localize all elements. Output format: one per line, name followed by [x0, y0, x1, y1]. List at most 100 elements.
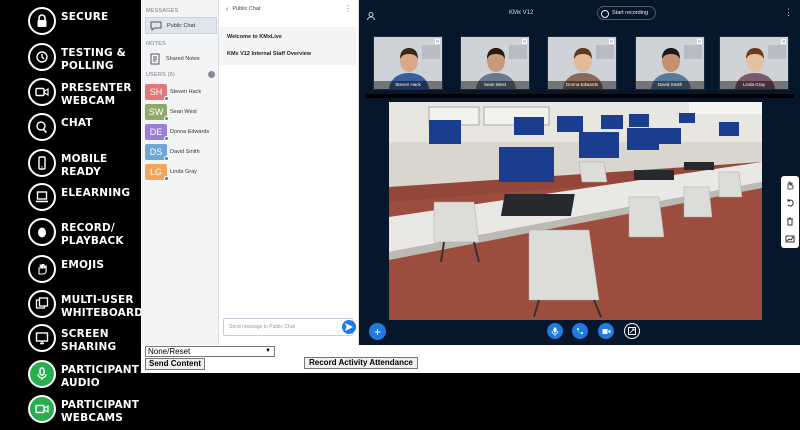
- online-status-dot: [164, 175, 169, 181]
- feature-label: PARTICIPANT WEBCAMS: [61, 399, 140, 424]
- meeting-title: KMx V12: [509, 10, 534, 16]
- user-toggle-icon[interactable]: [366, 8, 376, 26]
- expand-icon[interactable]: [781, 39, 786, 44]
- feature-item: SCREEN SHARING: [26, 322, 141, 358]
- online-status-dot: [164, 135, 169, 141]
- user-list-item[interactable]: DE Donna Edwards: [145, 123, 219, 141]
- user-name: Donna Edwards: [170, 128, 210, 135]
- feature-label: PRESENTER WEBCAM: [61, 82, 132, 107]
- chat-title: Public Chat: [232, 6, 261, 12]
- user-name: David Smith: [170, 148, 200, 155]
- chat-bubbles-icon: [28, 113, 56, 141]
- avatar: SH: [145, 83, 169, 101]
- chat-header: ‹ Public Chat ⋮: [219, 0, 359, 18]
- feature-label: MOBILE READY: [61, 153, 108, 178]
- feature-item: PRESENTER WEBCAM: [26, 76, 141, 112]
- stage-header: KMx V12 Start recording ⋮: [359, 0, 800, 27]
- feature-item: PARTICIPANT AUDIO: [26, 358, 141, 394]
- messages-header: MESSAGES: [146, 8, 179, 14]
- webcam-button[interactable]: [598, 323, 614, 339]
- undo-icon[interactable]: [781, 194, 799, 212]
- chat-messages: Welcome to KMxLive KMx V12 Internal Staf…: [219, 27, 356, 65]
- notes-header: NOTES: [146, 41, 166, 47]
- feature-item: EMOJIS: [26, 253, 141, 289]
- add-action-button[interactable]: +: [369, 323, 386, 340]
- notes-icon: [148, 53, 162, 65]
- chat-options-icon[interactable]: ⋮: [344, 4, 352, 13]
- public-chat-item[interactable]: Public Chat: [145, 17, 217, 34]
- webcam-name: David Smith: [636, 81, 704, 89]
- webcam-tile[interactable]: Linda Gray: [719, 36, 789, 90]
- webcam-tile[interactable]: Sean West: [460, 36, 530, 90]
- webcam-name: Linda Gray: [720, 81, 788, 89]
- record-attendance-button[interactable]: Record Activity Attendance: [304, 357, 418, 369]
- send-content-button[interactable]: Send Content: [145, 358, 205, 370]
- presentation-stage: KMx V12 Start recording ⋮ Steven Hack Sea…: [359, 0, 800, 345]
- microphone-icon: [551, 327, 559, 336]
- users-header: USERS (5): [146, 72, 175, 78]
- mobile-phone-icon: [28, 149, 56, 177]
- content-select[interactable]: None/Reset ▼: [145, 346, 275, 357]
- online-status-dot: [164, 155, 169, 161]
- hand-tool-icon[interactable]: [781, 176, 799, 194]
- feature-label: MULTI-USER WHITEBOARD: [61, 294, 144, 319]
- feature-item: CHAT: [26, 111, 141, 147]
- avatar-initials: SW: [148, 106, 164, 117]
- chat-message: Welcome to KMxLive: [227, 34, 282, 40]
- feature-label: CHAT: [61, 117, 93, 129]
- send-message-button[interactable]: [342, 320, 356, 334]
- screen-share-button[interactable]: [624, 323, 640, 339]
- user-list-item[interactable]: DS David Smith: [145, 143, 219, 161]
- expand-icon[interactable]: [697, 39, 702, 44]
- feature-label: PARTICIPANT AUDIO: [61, 364, 140, 389]
- webcam-tile[interactable]: Steven Hack: [373, 36, 443, 90]
- avatar-initials: SH: [149, 86, 163, 97]
- video-camera-icon: [28, 395, 56, 423]
- feature-label: RECORD/ PLAYBACK: [61, 222, 124, 247]
- webcam-name: Steven Hack: [374, 81, 442, 89]
- expand-icon[interactable]: [435, 39, 440, 44]
- video-camera-icon: [28, 78, 56, 106]
- webcam-tile[interactable]: Donna Edwards: [547, 36, 617, 90]
- back-chevron-icon[interactable]: ‹: [226, 6, 228, 13]
- start-recording-button[interactable]: Start recording: [597, 6, 657, 20]
- expand-icon[interactable]: [522, 39, 527, 44]
- avatar-initials: LG: [149, 166, 162, 177]
- chat-bubble-icon: [149, 20, 163, 32]
- shared-notes-item[interactable]: Shared Notes: [145, 50, 217, 67]
- avatar: DE: [145, 123, 169, 141]
- online-status-dot: [164, 115, 169, 121]
- shared-notes-label: Shared Notes: [166, 55, 200, 62]
- phone-button[interactable]: [572, 323, 588, 339]
- chart-tool-icon[interactable]: [781, 230, 799, 248]
- webcam-strip: Steven Hack Sean West Donna Edwards David S…: [367, 36, 795, 96]
- messages-users-panel: MESSAGES Public Chat NOTES Shared Notes …: [141, 0, 219, 345]
- options-menu-icon[interactable]: ⋮: [784, 7, 793, 18]
- feature-item: PARTICIPANT WEBCAMS: [26, 393, 141, 429]
- feature-item: SECURE: [26, 5, 141, 41]
- webcam-tile[interactable]: David Smith: [635, 36, 705, 90]
- avatar-initials: DE: [149, 126, 163, 137]
- avatar: LG: [145, 163, 169, 181]
- feature-item: MULTI-USER WHITEBOARD: [26, 288, 144, 324]
- trash-icon[interactable]: [781, 212, 799, 230]
- webcam-name: Sean West: [461, 81, 529, 89]
- webcam-divider: [365, 94, 794, 98]
- phone-icon: [577, 328, 583, 334]
- users-settings-icon[interactable]: [208, 71, 215, 78]
- monitor-icon: [28, 324, 56, 352]
- user-list-item[interactable]: SW Sean West: [145, 103, 219, 121]
- user-list-item[interactable]: SH Steven Hack: [145, 83, 219, 101]
- user-list-item[interactable]: LG Linda Gray: [145, 163, 219, 181]
- poll-icon: [28, 43, 56, 71]
- chevron-down-icon: ▼: [265, 348, 271, 354]
- whiteboard-toolbar: [781, 176, 799, 248]
- expand-icon[interactable]: [609, 39, 614, 44]
- user-name: Steven Hack: [170, 88, 202, 95]
- feature-item: MOBILE READY: [26, 147, 141, 183]
- microphone-button[interactable]: [547, 323, 563, 339]
- chat-message-input[interactable]: Send message to Public Chat: [223, 318, 353, 336]
- presentation-slide: [389, 102, 762, 320]
- avatar-initials: DS: [149, 146, 163, 157]
- laptop-icon: [28, 183, 56, 211]
